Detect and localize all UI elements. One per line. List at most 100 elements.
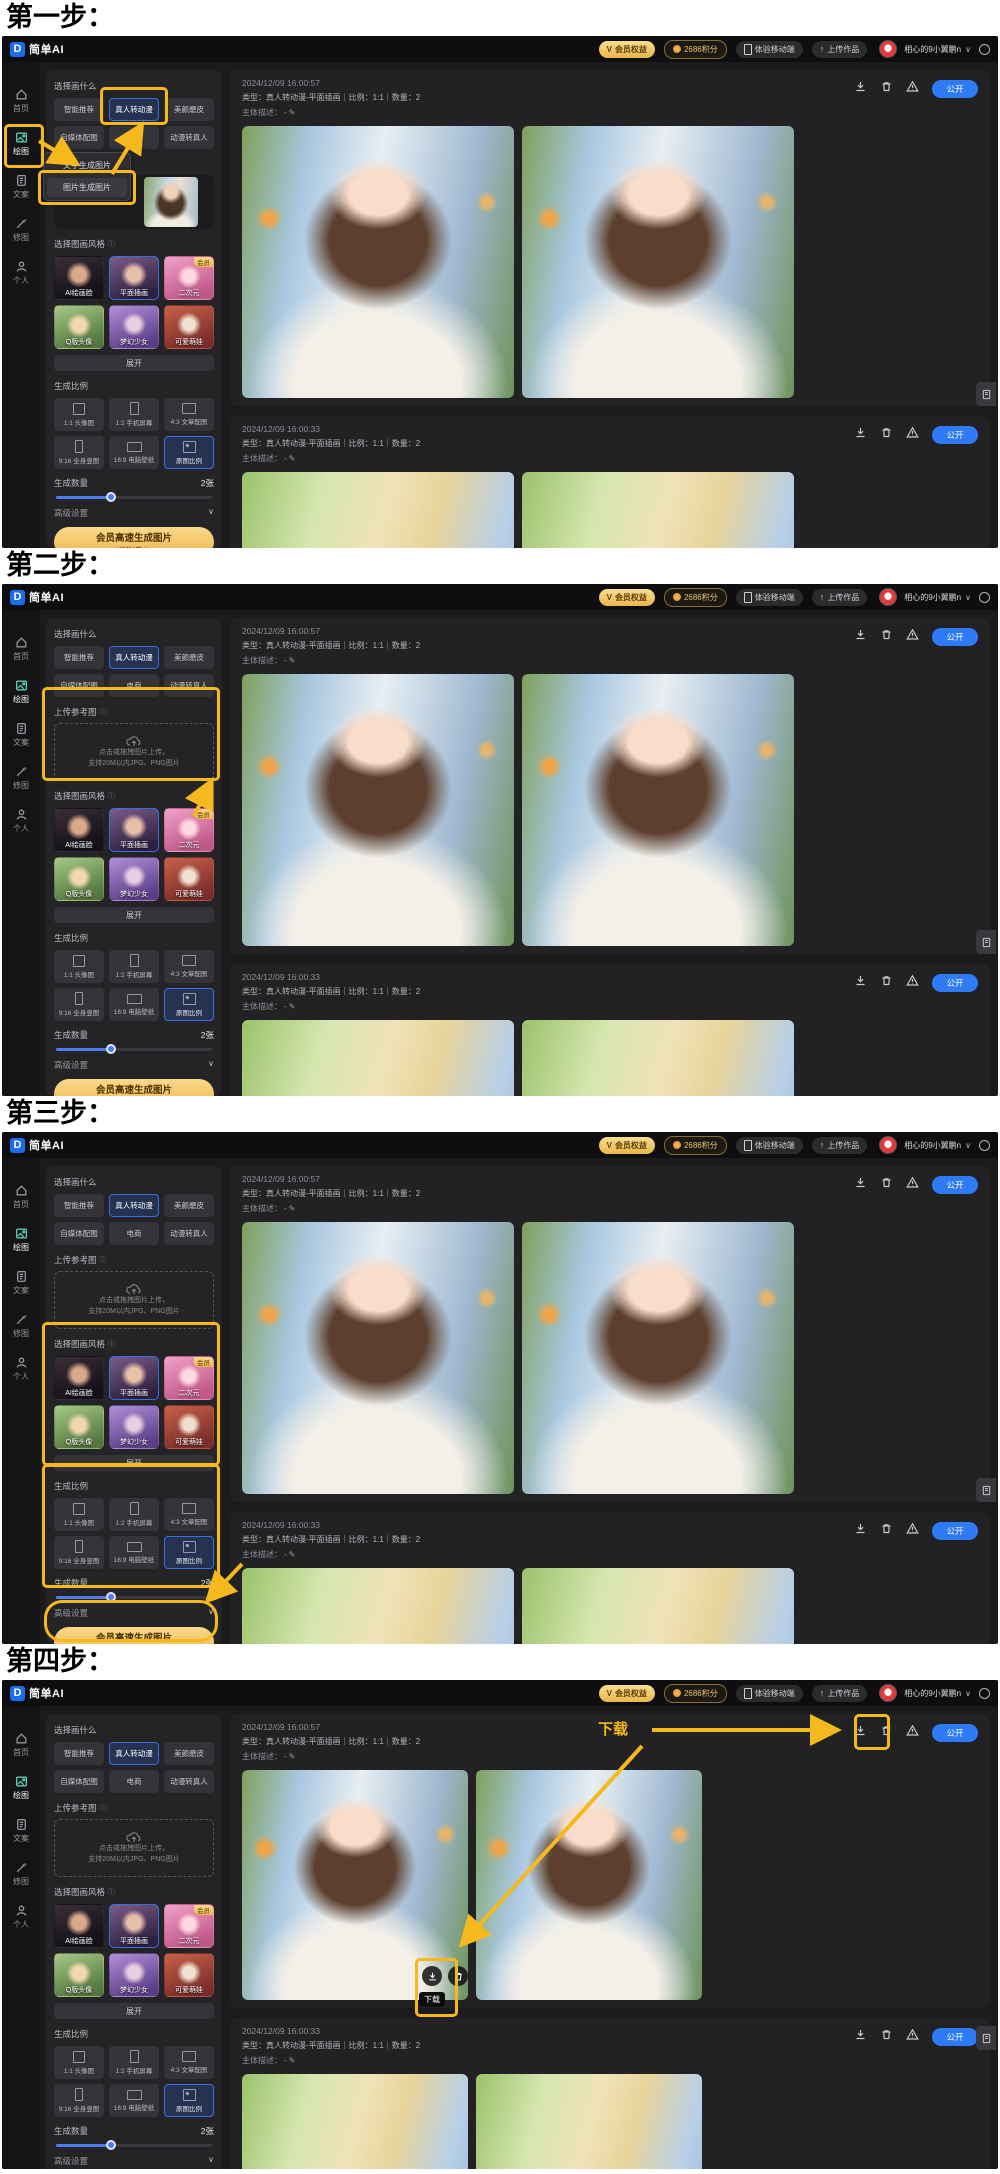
style-dreamy-girl[interactable]: 梦幻少女 — [109, 857, 159, 901]
generated-image-1[interactable] — [242, 2074, 468, 2169]
generated-image-2[interactable] — [522, 126, 794, 398]
style-dreamy-girl[interactable]: 梦幻少女 — [109, 1953, 159, 1997]
points-button[interactable]: 2686积分 — [664, 40, 727, 59]
sidebar-item-home[interactable]: 首页 — [13, 88, 29, 114]
publish-button[interactable]: 公开 — [932, 1724, 978, 1742]
style-cute-baby[interactable]: 可爱萌娃 — [164, 1953, 214, 1997]
points-button[interactable]: 2686积分 — [664, 1684, 727, 1703]
advanced-settings[interactable]: 高级设置∨ — [54, 1059, 214, 1071]
power-icon[interactable] — [979, 592, 990, 603]
style-flat-illustration[interactable]: 平面插画 — [109, 1356, 159, 1400]
ratio-9-16[interactable]: 9:16 全身竖图 — [54, 1536, 104, 1569]
ratio-1-2[interactable]: 1:2 手机屏幕 — [109, 398, 159, 431]
mode-anime-to-real[interactable]: 动漫转真人 — [164, 674, 214, 697]
report-icon[interactable] — [906, 80, 919, 93]
upload-dropzone[interactable]: 点击或拖拽图片上传， 支持20M以内JPG、PNG图片 — [54, 1271, 214, 1329]
download-icon[interactable] — [854, 2028, 867, 2041]
chevron-down-icon[interactable]: ∨ — [965, 593, 971, 602]
mode-beauty-retouch[interactable]: 美颜磨皮 — [164, 98, 214, 121]
publish-button[interactable]: 公开 — [932, 426, 978, 444]
mode-media-illustration[interactable]: 自媒体配图 — [54, 1770, 104, 1793]
sidebar-item-retouch[interactable]: 修图 — [13, 765, 29, 791]
trash-icon[interactable] — [880, 628, 893, 641]
sidebar-item-retouch[interactable]: 修图 — [13, 1313, 29, 1339]
sidebar-item-draw[interactable]: 绘图 — [13, 1227, 29, 1253]
upload-dropzone[interactable]: 点击或拖拽图片上传， 支持20M以内JPG、PNG图片 — [54, 1819, 214, 1877]
chevron-down-icon[interactable]: ∨ — [965, 45, 971, 54]
advanced-settings[interactable]: 高级设置∨ — [54, 1607, 214, 1619]
edit-icon[interactable]: ✎ — [289, 1752, 296, 1761]
download-icon[interactable] — [854, 1522, 867, 1535]
report-icon[interactable] — [906, 1176, 919, 1189]
style-flat-illustration[interactable]: 平面插画 — [109, 1904, 159, 1948]
mode-ecommerce[interactable]: 电商 — [109, 126, 159, 149]
trash-icon[interactable] — [880, 974, 893, 987]
edit-icon[interactable]: ✎ — [289, 2056, 296, 2065]
report-icon[interactable] — [906, 426, 919, 439]
mobile-version-button[interactable]: 体验移动端 — [736, 589, 803, 606]
mode-real-to-anime[interactable]: 真人转动漫 — [109, 646, 159, 669]
vip-benefits-button[interactable]: V会员权益 — [599, 1137, 655, 1154]
vip-benefits-button[interactable]: V会员权益 — [599, 41, 655, 58]
download-icon[interactable] — [854, 628, 867, 641]
edit-icon[interactable]: ✎ — [289, 656, 296, 665]
upload-works-button[interactable]: ↑上传作品 — [812, 41, 868, 58]
sidebar-item-profile[interactable]: 个人 — [13, 1356, 29, 1382]
generated-image-2[interactable] — [476, 2074, 702, 2169]
mode-smart-recommend[interactable]: 智能推荐 — [54, 1194, 104, 1217]
ratio-original[interactable]: 原图比例 — [164, 988, 214, 1021]
mode-smart-recommend[interactable]: 智能推荐 — [54, 98, 104, 121]
sidebar-item-draw[interactable]: 绘图 — [13, 1775, 29, 1801]
edit-icon[interactable]: ✎ — [289, 1550, 296, 1559]
ratio-1-1[interactable]: 1:1 头像图 — [54, 1498, 104, 1531]
power-icon[interactable] — [979, 44, 990, 55]
style-dreamy-girl[interactable]: 梦幻少女 — [109, 1405, 159, 1449]
mode-beauty-retouch[interactable]: 美颜磨皮 — [164, 1194, 214, 1217]
sidebar-item-retouch[interactable]: 修图 — [13, 1861, 29, 1887]
download-icon[interactable] — [854, 426, 867, 439]
generated-image-2[interactable] — [522, 674, 794, 946]
style-cute-baby[interactable]: 可爱萌娃 — [164, 1405, 214, 1449]
ratio-4-3[interactable]: 4:3 文章配图 — [164, 398, 214, 431]
sidebar-item-profile[interactable]: 个人 — [13, 808, 29, 834]
style-dreamy-girl[interactable]: 梦幻少女 — [109, 305, 159, 349]
sidebar-item-profile[interactable]: 个人 — [13, 1904, 29, 1930]
upload-dropzone[interactable]: 点击或拖拽图片上传， 支持20M以内JPG、PNG图片 — [54, 723, 214, 781]
trash-icon[interactable] — [880, 1724, 893, 1737]
sidebar-item-home[interactable]: 首页 — [13, 636, 29, 662]
style-niji[interactable]: 会员二次元 — [164, 808, 214, 852]
ratio-16-9[interactable]: 16:9 电脑壁纸 — [109, 988, 159, 1021]
mode-anime-to-real[interactable]: 动漫转真人 — [164, 126, 214, 149]
download-icon[interactable] — [854, 80, 867, 93]
generate-button[interactable]: 会员高速生成图片(消耗3算力) — [54, 1627, 214, 1644]
generated-image-1[interactable] — [242, 1222, 514, 1494]
slider-knob[interactable] — [106, 2140, 116, 2150]
mode-anime-to-real[interactable]: 动漫转真人 — [164, 1222, 214, 1245]
ratio-9-16[interactable]: 9:16 全身竖图 — [54, 436, 104, 469]
style-ai-face[interactable]: AI绘画脸 — [54, 1904, 104, 1948]
publish-button[interactable]: 公开 — [932, 80, 978, 98]
mode-smart-recommend[interactable]: 智能推荐 — [54, 1742, 104, 1765]
ratio-1-1[interactable]: 1:1 头像图 — [54, 2046, 104, 2079]
mode-beauty-retouch[interactable]: 美颜磨皮 — [164, 646, 214, 669]
feedback-doc-button[interactable] — [976, 930, 996, 954]
download-icon[interactable] — [854, 974, 867, 987]
sidebar-item-home[interactable]: 首页 — [13, 1732, 29, 1758]
mobile-version-button[interactable]: 体验移动端 — [736, 1137, 803, 1154]
count-slider[interactable] — [56, 1048, 212, 1051]
menu-item-text-to-image[interactable]: 文字生成图片 — [47, 156, 127, 175]
expand-button[interactable]: 展开 — [54, 1455, 214, 1471]
generated-image-1[interactable] — [242, 1020, 514, 1096]
ratio-16-9[interactable]: 16:9 电脑壁纸 — [109, 2084, 159, 2117]
sidebar-item-retouch[interactable]: 修图 — [13, 217, 29, 243]
expand-button[interactable]: 展开 — [54, 907, 214, 923]
avatar[interactable] — [879, 1684, 897, 1702]
generated-image-2[interactable] — [522, 1222, 794, 1494]
edit-icon[interactable]: ✎ — [289, 108, 296, 117]
publish-button[interactable]: 公开 — [932, 2028, 978, 2046]
style-niji[interactable]: 会员二次元 — [164, 256, 214, 300]
mode-smart-recommend[interactable]: 智能推荐 — [54, 646, 104, 669]
trash-icon[interactable] — [880, 426, 893, 439]
advanced-settings[interactable]: 高级设置∨ — [54, 507, 214, 519]
ratio-1-1[interactable]: 1:1 头像图 — [54, 950, 104, 983]
